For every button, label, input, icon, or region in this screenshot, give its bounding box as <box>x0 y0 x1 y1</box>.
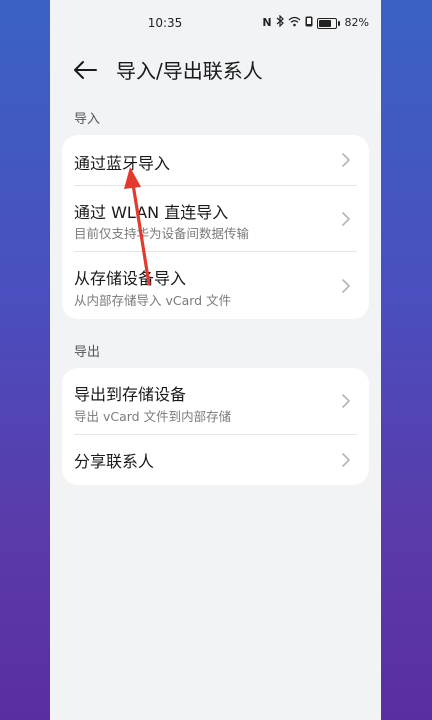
back-arrow-icon <box>74 61 97 79</box>
chevron-right-icon <box>342 212 350 226</box>
status-icons: N 82% <box>262 14 369 31</box>
status-time: 10:35 <box>147 16 183 30</box>
row-subtitle: 目前仅支持华为设备间数据传输 <box>74 226 250 241</box>
wifi-icon <box>288 16 301 31</box>
import-bluetooth-row[interactable]: 通过蓝牙导入 <box>74 135 357 186</box>
vibrate-icon <box>305 16 313 31</box>
share-contacts-row[interactable]: 分享联系人 <box>74 435 357 485</box>
import-section-label: 导入 <box>74 112 101 127</box>
chevron-right-icon <box>342 279 350 293</box>
row-title: 导出到存储设备 <box>74 385 187 404</box>
page-header: 导入/导出联系人 <box>50 52 381 88</box>
battery-percent: 82% <box>344 16 369 29</box>
page-title: 导入/导出联系人 <box>116 59 263 83</box>
import-wlan-direct-row[interactable]: 通过 WLAN 直连导入 目前仅支持华为设备间数据传输 <box>74 186 357 252</box>
import-storage-row[interactable]: 从存储设备导入 从内部存储导入 vCard 文件 <box>74 252 357 319</box>
import-card: 通过蓝牙导入 通过 WLAN 直连导入 目前仅支持华为设备间数据传输 从存储设备… <box>62 135 369 319</box>
status-bar: 10:35 N 82% <box>50 0 381 46</box>
nfc-icon: N <box>262 16 272 29</box>
battery-icon <box>316 17 340 29</box>
row-title: 通过蓝牙导入 <box>74 154 171 173</box>
bluetooth-icon <box>276 14 284 31</box>
row-subtitle: 导出 vCard 文件到内部存储 <box>74 409 232 424</box>
phone-screen: 10:35 N 82% 导入/导出联系人 导入 通过蓝牙导入 通过 WLAN 直… <box>50 0 381 720</box>
chevron-right-icon <box>342 153 350 167</box>
chevron-right-icon <box>342 394 350 408</box>
chevron-right-icon <box>342 453 350 467</box>
row-title: 通过 WLAN 直连导入 <box>74 203 229 222</box>
back-button[interactable] <box>72 58 98 82</box>
row-title: 从存储设备导入 <box>74 269 187 288</box>
row-subtitle: 从内部存储导入 vCard 文件 <box>74 293 232 308</box>
export-section-label: 导出 <box>74 345 101 360</box>
export-card: 导出到存储设备 导出 vCard 文件到内部存储 分享联系人 <box>62 368 369 485</box>
export-storage-row[interactable]: 导出到存储设备 导出 vCard 文件到内部存储 <box>74 368 357 435</box>
row-title: 分享联系人 <box>74 452 155 471</box>
